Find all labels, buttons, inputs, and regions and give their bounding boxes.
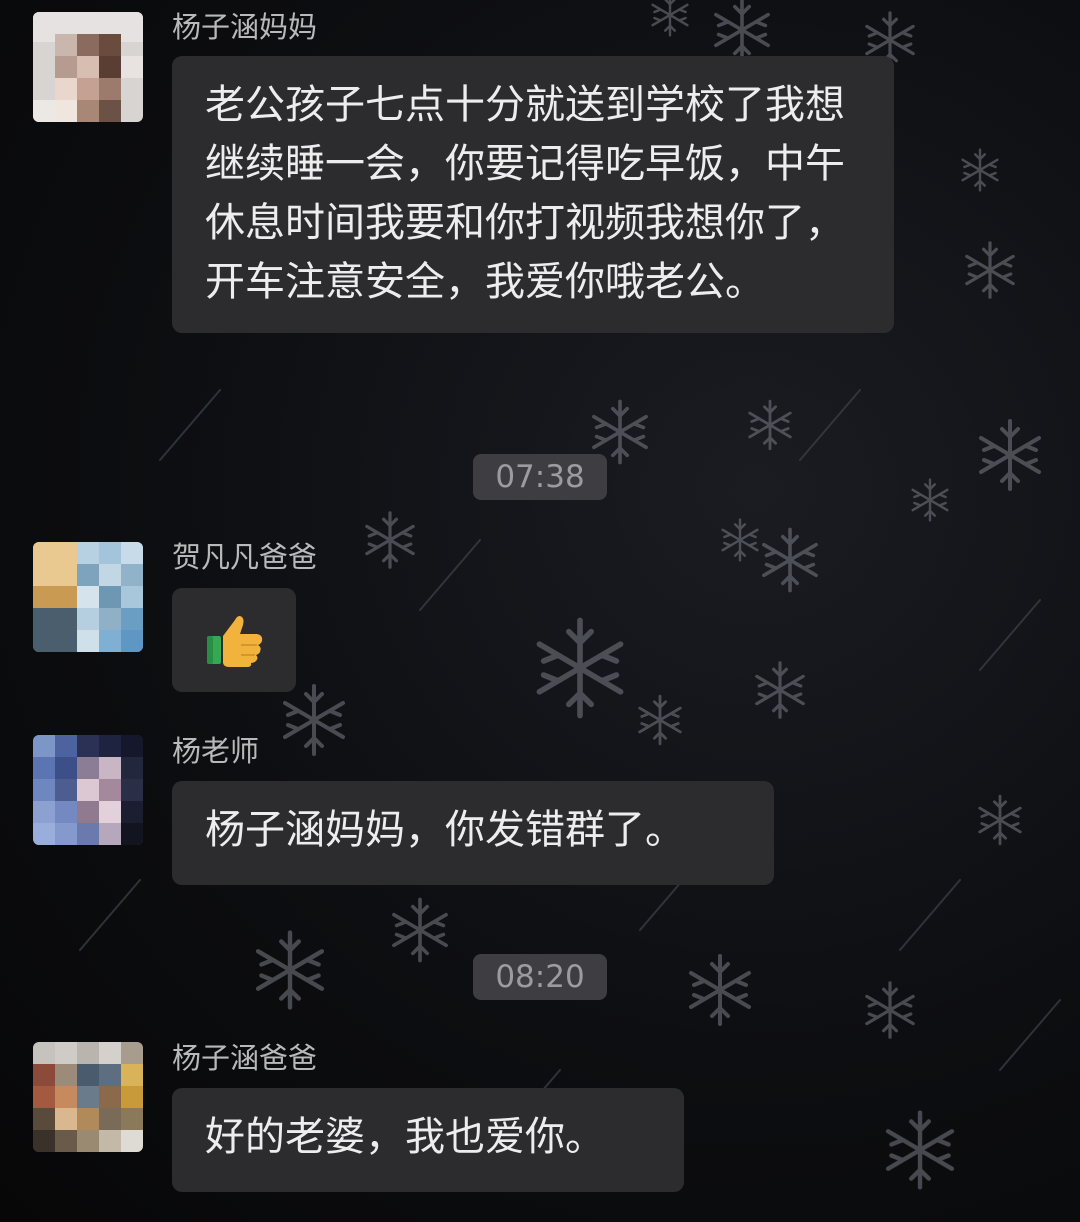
chat-window: 杨子涵妈妈 老公孩子七点十分就送到学校了我想继续睡一会，你要记得吃早饭，中午休息… bbox=[0, 0, 1080, 1222]
sender-name: 杨子涵爸爸 bbox=[172, 1041, 318, 1075]
message-text: 杨子涵妈妈，你发错群了。 bbox=[205, 807, 685, 853]
avatar[interactable] bbox=[33, 1042, 143, 1152]
avatar[interactable] bbox=[33, 542, 143, 652]
message-bubble[interactable]: 杨子涵妈妈，你发错群了。 bbox=[172, 781, 774, 885]
timestamp: 07:38 bbox=[473, 454, 607, 500]
sender-name: 杨老师 bbox=[172, 734, 260, 768]
message-bubble[interactable] bbox=[172, 588, 296, 692]
avatar[interactable] bbox=[33, 12, 143, 122]
message-text: 好的老婆，我也爱你。 bbox=[205, 1114, 605, 1160]
message-text: 老公孩子七点十分就送到学校了我想继续睡一会，你要记得吃早饭，中午休息时间我要和你… bbox=[205, 82, 845, 305]
message-bubble[interactable]: 好的老婆，我也爱你。 bbox=[172, 1088, 684, 1192]
timestamp: 08:20 bbox=[473, 954, 607, 1000]
sender-name: 贺凡凡爸爸 bbox=[172, 540, 318, 574]
thumbs-up-icon bbox=[207, 616, 263, 667]
sender-name: 杨子涵妈妈 bbox=[172, 10, 318, 44]
avatar[interactable] bbox=[33, 735, 143, 845]
message-bubble[interactable]: 老公孩子七点十分就送到学校了我想继续睡一会，你要记得吃早饭，中午休息时间我要和你… bbox=[172, 56, 894, 333]
